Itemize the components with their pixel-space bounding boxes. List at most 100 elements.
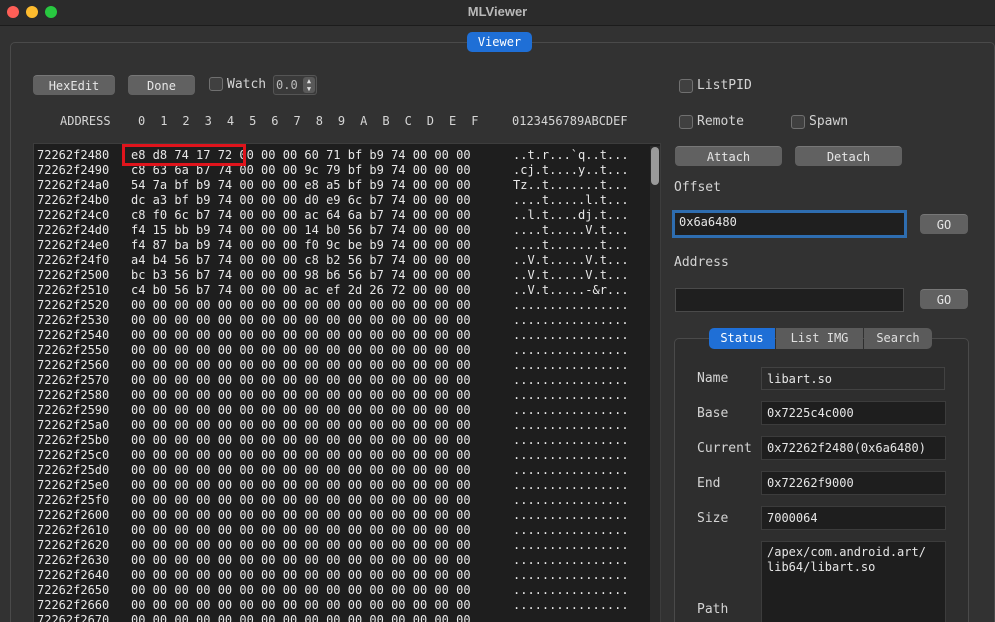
offset-go-button[interactable]: GO: [920, 214, 968, 234]
hex-row-address: 72262f24e0: [37, 238, 110, 252]
hex-row-bytes[interactable]: 00 00 00 00 00 00 00 00 00 00 00 00 00 0…: [131, 478, 471, 493]
hex-row-bytes[interactable]: 00 00 00 00 00 00 00 00 00 00 00 00 00 0…: [131, 298, 471, 313]
detach-button[interactable]: Detach: [795, 146, 902, 166]
hex-row-bytes[interactable]: 00 00 00 00 00 00 00 00 00 00 00 00 00 0…: [131, 433, 471, 448]
watch-checkbox[interactable]: [209, 77, 223, 91]
base-field[interactable]: 0x7225c4c000: [761, 401, 946, 425]
hex-row-bytes[interactable]: 00 00 00 00 00 00 00 00 00 00 00 00 00 0…: [131, 448, 471, 463]
hex-row-address: 72262f25e0: [37, 478, 110, 492]
hex-row-address: 72262f25c0: [37, 448, 110, 462]
hex-row-bytes[interactable]: c4 b0 56 b7 74 00 00 00 ac ef 2d 26 72 0…: [131, 283, 471, 298]
address-label: Address: [674, 255, 729, 270]
hexedit-button[interactable]: HexEdit: [33, 75, 115, 95]
hex-row-ascii: ................: [513, 568, 629, 582]
address-input[interactable]: [675, 288, 904, 312]
hex-row-address: 72262f25d0: [37, 463, 110, 477]
watch-interval-spinbox[interactable]: 0.0 ▲ ▼: [273, 75, 317, 95]
hex-row-address: 72262f2650: [37, 583, 110, 597]
hex-row-bytes[interactable]: 00 00 00 00 00 00 00 00 00 00 00 00 00 0…: [131, 403, 471, 418]
hex-row-address: 72262f2480: [37, 148, 110, 162]
hex-row-bytes[interactable]: bc b3 56 b7 74 00 00 00 98 b6 56 b7 74 0…: [131, 268, 471, 283]
end-field[interactable]: 0x72262f9000: [761, 471, 946, 495]
hex-row-address: 72262f24d0: [37, 223, 110, 237]
scrollbar-thumb[interactable]: [651, 147, 659, 185]
spin-arrows-icon[interactable]: ▲ ▼: [303, 77, 315, 93]
size-field[interactable]: 7000064: [761, 506, 946, 530]
spawn-checkbox[interactable]: [791, 115, 805, 129]
done-button[interactable]: Done: [128, 75, 195, 95]
hex-row-address: 72262f24f0: [37, 253, 110, 267]
tab-status[interactable]: Status: [709, 328, 775, 349]
hex-row-address: 72262f2570: [37, 373, 110, 387]
hex-row-bytes[interactable]: c8 f0 6c b7 74 00 00 00 ac 64 6a b7 74 0…: [131, 208, 471, 223]
hex-row-ascii: ................: [513, 553, 629, 567]
hex-row-bytes[interactable]: 00 00 00 00 00 00 00 00 00 00 00 00 00 0…: [131, 343, 471, 358]
path-field[interactable]: /apex/com.android.art/ lib64/libart.so: [761, 541, 946, 622]
hex-row-ascii: ....t.....V.t...: [513, 223, 629, 237]
current-field[interactable]: 0x72262f2480(0x6a6480): [761, 436, 946, 460]
hex-row-address: 72262f2640: [37, 568, 110, 582]
hex-row-address: 72262f24c0: [37, 208, 110, 222]
hex-dump-scrollbar[interactable]: [650, 146, 660, 622]
hex-row-ascii: ..V.t.....V.t...: [513, 268, 629, 282]
hex-row-address: 72262f24a0: [37, 178, 110, 192]
hex-row-address: 72262f24b0: [37, 193, 110, 207]
hex-row-bytes[interactable]: f4 15 bb b9 74 00 00 00 14 b0 56 b7 74 0…: [131, 223, 471, 238]
listpid-checkbox[interactable]: [679, 79, 693, 93]
offset-label: Offset: [674, 180, 721, 195]
hex-row-bytes[interactable]: f4 87 ba b9 74 00 00 00 f0 9c be b9 74 0…: [131, 238, 471, 253]
size-label: Size: [697, 511, 729, 526]
hex-row-ascii: ................: [513, 463, 629, 477]
end-label: End: [697, 476, 721, 491]
remote-checkbox[interactable]: [679, 115, 693, 129]
name-field[interactable]: libart.so: [761, 367, 945, 390]
hex-row-address: 72262f2600: [37, 508, 110, 522]
hex-row-bytes[interactable]: 00 00 00 00 00 00 00 00 00 00 00 00 00 0…: [131, 598, 471, 613]
hex-row-bytes[interactable]: 00 00 00 00 00 00 00 00 00 00 00 00 00 0…: [131, 613, 471, 622]
hex-row-ascii: ..l.t....dj.t...: [513, 208, 629, 222]
hex-row-bytes[interactable]: 00 00 00 00 00 00 00 00 00 00 00 00 00 0…: [131, 358, 471, 373]
ascii-column-header: 0123456789ABCDEF: [512, 114, 628, 128]
hex-row-ascii: ....t.......t...: [513, 238, 629, 252]
tab-list-img[interactable]: List IMG: [776, 328, 863, 349]
hex-row-bytes[interactable]: 00 00 00 00 00 00 00 00 00 00 00 00 00 0…: [131, 463, 471, 478]
hex-row-address: 72262f2670: [37, 613, 110, 622]
hex-row-ascii: ................: [513, 523, 629, 537]
tab-search[interactable]: Search: [864, 328, 932, 349]
base-label: Base: [697, 406, 729, 421]
hex-row-bytes[interactable]: 00 00 00 00 00 00 00 00 00 00 00 00 00 0…: [131, 523, 471, 538]
hex-row-bytes[interactable]: 00 00 00 00 00 00 00 00 00 00 00 00 00 0…: [131, 553, 471, 568]
hex-row-address: 72262f25f0: [37, 493, 110, 507]
hex-row-bytes[interactable]: 00 00 00 00 00 00 00 00 00 00 00 00 00 0…: [131, 583, 471, 598]
path-label: Path: [697, 602, 729, 617]
hex-row-address: 72262f2610: [37, 523, 110, 537]
hex-row-bytes[interactable]: 00 00 00 00 00 00 00 00 00 00 00 00 00 0…: [131, 313, 471, 328]
hex-dump-view[interactable]: 72262f2670 00 00 00 00 00 00 00 00 00 00 …: [33, 143, 661, 622]
hex-row-bytes[interactable]: 00 00 00 00 00 00 00 00 00 00 00 00 00 0…: [131, 568, 471, 583]
hex-row-bytes[interactable]: 00 00 00 00 00 00 00 00 00 00 00 00 00 0…: [131, 493, 471, 508]
hex-row-bytes[interactable]: dc a3 bf b9 74 00 00 00 d0 e9 6c b7 74 0…: [131, 193, 471, 208]
hex-row-address: 72262f2540: [37, 328, 110, 342]
hex-row-ascii: ................: [513, 403, 629, 417]
hex-row-ascii: ................: [513, 388, 629, 402]
hex-row-bytes[interactable]: 00 00 00 00 00 00 00 00 00 00 00 00 00 0…: [131, 418, 471, 433]
hex-row-bytes[interactable]: 00 00 00 00 00 00 00 00 00 00 00 00 00 0…: [131, 373, 471, 388]
attach-button[interactable]: Attach: [675, 146, 782, 166]
hex-row-bytes[interactable]: 00 00 00 00 00 00 00 00 00 00 00 00 00 0…: [131, 328, 471, 343]
hex-row-address: 72262f2520: [37, 298, 110, 312]
hex-row-address: 72262f2500: [37, 268, 110, 282]
hex-row-bytes[interactable]: 00 00 00 00 00 00 00 00 00 00 00 00 00 0…: [131, 388, 471, 403]
hex-row-ascii: ................: [513, 493, 629, 507]
address-go-button[interactable]: GO: [920, 289, 968, 309]
hex-row-ascii: ................: [513, 358, 629, 372]
tab-viewer[interactable]: Viewer: [467, 32, 532, 52]
offset-input[interactable]: 0x6a6480: [672, 210, 907, 238]
hex-row-ascii: ................: [513, 373, 629, 387]
current-label: Current: [697, 441, 752, 456]
hex-row-bytes[interactable]: 00 00 00 00 00 00 00 00 00 00 00 00 00 0…: [131, 508, 471, 523]
hex-row-ascii: ................: [513, 538, 629, 552]
hex-row-bytes[interactable]: 00 00 00 00 00 00 00 00 00 00 00 00 00 0…: [131, 538, 471, 553]
hex-row-address: 72262f25b0: [37, 433, 110, 447]
hex-row-bytes[interactable]: 54 7a bf b9 74 00 00 00 e8 a5 bf b9 74 0…: [131, 178, 471, 193]
hex-row-bytes[interactable]: a4 b4 56 b7 74 00 00 00 c8 b2 56 b7 74 0…: [131, 253, 471, 268]
